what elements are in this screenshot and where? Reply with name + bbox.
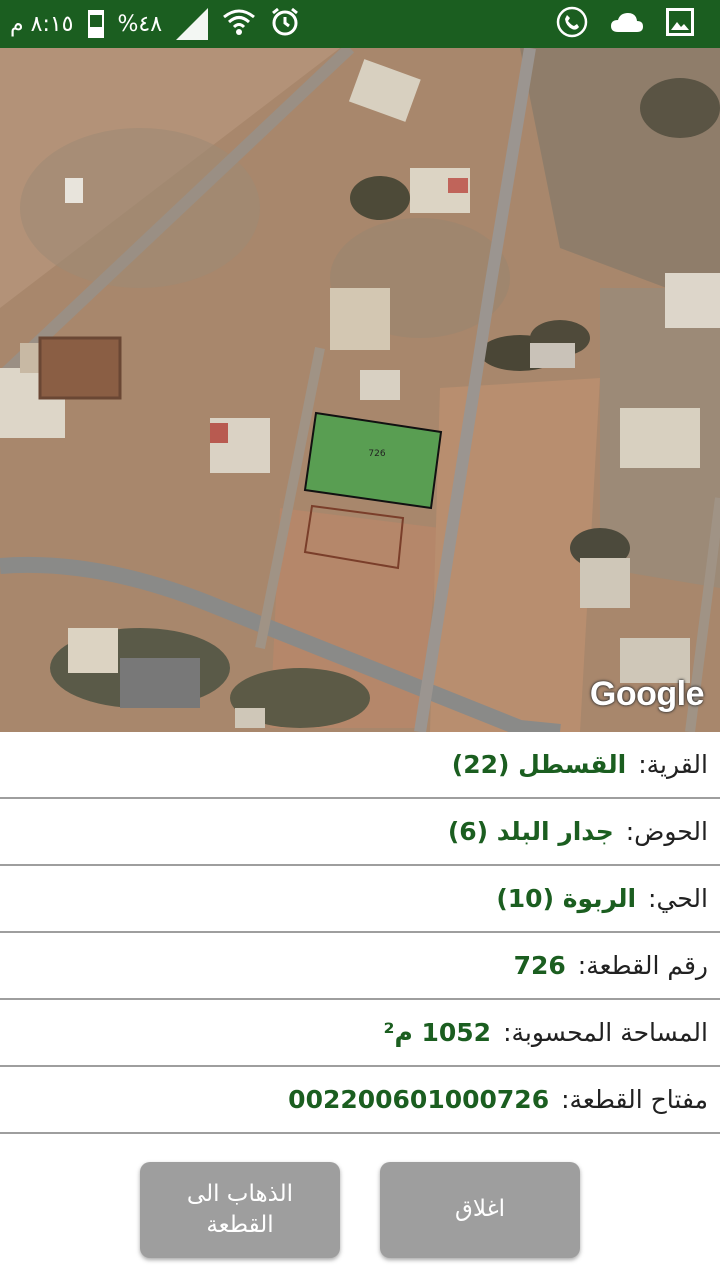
basin-label: الحوض: <box>625 817 708 846</box>
status-bar: ٨:١٥ م %٤٨ <box>0 0 720 48</box>
parcel-number-value: 726 <box>513 951 566 980</box>
parcel-key-label: مفتاح القطعة: <box>561 1085 708 1114</box>
status-time: ٨:١٥ م <box>10 11 74 37</box>
close-button[interactable]: اغلاق <box>380 1162 580 1258</box>
village-label: القرية: <box>638 750 708 779</box>
village-value: القسطل (22) <box>451 750 627 779</box>
battery-icon <box>87 10 104 38</box>
status-right <box>556 0 694 48</box>
wifi-icon <box>222 7 256 42</box>
neighborhood-value: الربوة (10) <box>496 884 637 913</box>
parcel-info-list: القرية: القسطل (22) الحوض: جدار البلد (6… <box>0 732 720 1134</box>
parcel-number-label: 726 <box>368 449 385 459</box>
area-row: المساحة المحسوبة: 1052 م² <box>0 1000 720 1067</box>
village-row: القرية: القسطل (22) <box>0 732 720 799</box>
image-icon <box>666 7 694 41</box>
battery-percent: %٤٨ <box>117 11 163 37</box>
parcel-number-row: رقم القطعة: 726 <box>0 933 720 1000</box>
google-attribution: Google <box>589 675 705 713</box>
area-label: المساحة المحسوبة: <box>503 1018 708 1047</box>
parcel-overlay: 726 <box>368 449 385 459</box>
signal-icon <box>176 8 209 40</box>
status-left: ٨:١٥ م %٤٨ <box>10 0 300 48</box>
neighborhood-row: الحي: الربوة (10) <box>0 866 720 933</box>
phone-call-icon <box>556 6 588 43</box>
parcel-number-label-text: رقم القطعة: <box>577 951 708 980</box>
go-to-parcel-button[interactable]: الذهاب الى القطعة <box>140 1162 340 1258</box>
neighborhood-label: الحي: <box>648 884 708 913</box>
basin-value: جدار البلد (6) <box>447 817 614 846</box>
parcel-key-row: مفتاح القطعة: 002200601000726 <box>0 1067 720 1134</box>
cloud-icon <box>610 11 644 38</box>
map-view[interactable]: 726 Google <box>0 48 720 732</box>
area-value: 1052 م² <box>383 1018 492 1047</box>
parcel-key-value: 002200601000726 <box>288 1085 550 1114</box>
basin-row: الحوض: جدار البلد (6) <box>0 799 720 866</box>
alarm-icon <box>270 7 300 42</box>
